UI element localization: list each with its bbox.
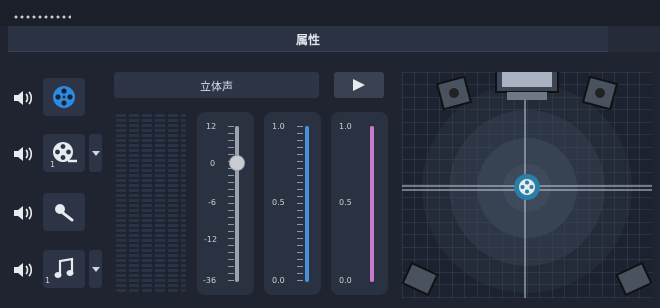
volume-tick: 0 xyxy=(210,159,216,168)
volume-knob[interactable] xyxy=(229,155,245,171)
speaker-icon[interactable] xyxy=(12,144,34,164)
audio-mode-label: 立体声 xyxy=(200,80,233,93)
channel-a-tick: 0.5 xyxy=(272,198,285,207)
audio-mode-select[interactable]: 立体声 xyxy=(114,72,319,98)
play-button[interactable] xyxy=(334,72,384,98)
channel-b-tick: 0.0 xyxy=(339,276,352,285)
speaker-icon[interactable] xyxy=(12,203,34,223)
track-row-overlay: 1 xyxy=(8,132,104,178)
channel-b-level xyxy=(370,126,374,282)
volume-tick: -36 xyxy=(203,276,217,285)
track-dropdown[interactable] xyxy=(89,250,102,288)
video-reel-icon xyxy=(53,86,75,108)
surround-grid xyxy=(402,72,652,298)
track-row-video xyxy=(8,76,104,122)
volume-slider-panel: 12 0 -6 -12 -36 xyxy=(197,112,254,295)
track-dropdown[interactable] xyxy=(89,134,102,172)
track-number: 1 xyxy=(50,160,56,169)
film-reel-icon xyxy=(53,142,77,163)
volume-scale xyxy=(228,126,234,282)
channel-b-tick: 0.5 xyxy=(339,198,352,207)
channel-b-tick: 1.0 xyxy=(339,122,352,131)
volume-track[interactable] xyxy=(235,126,239,282)
channel-a-tick: 1.0 xyxy=(272,122,285,131)
channel-a-tick: 0.0 xyxy=(272,276,285,285)
surround-panner[interactable] xyxy=(402,72,652,298)
channel-b-panel: 1.0 0.5 0.0 xyxy=(331,112,388,295)
track-number: 1 xyxy=(45,276,51,285)
channel-a-level xyxy=(305,126,309,282)
track-row-voice xyxy=(8,191,104,237)
track-button-video[interactable] xyxy=(43,78,85,116)
speaker-icon[interactable] xyxy=(12,88,34,108)
track-button-music[interactable]: 1 xyxy=(43,250,85,288)
volume-tick: -6 xyxy=(208,198,216,207)
music-note-icon xyxy=(54,257,74,278)
voice-mic-icon xyxy=(55,204,74,222)
track-button-overlay[interactable]: 1 xyxy=(43,134,85,172)
pan-position-handle[interactable] xyxy=(514,174,540,200)
title-bar-extension xyxy=(608,26,660,52)
speaker-front-right[interactable] xyxy=(581,75,619,111)
title-bar: 属性 xyxy=(8,26,608,52)
speaker-icon[interactable] xyxy=(12,260,34,280)
panel-title: 属性 xyxy=(295,33,320,47)
level-meter xyxy=(116,112,186,292)
channel-a-panel: 1.0 0.5 0.0 xyxy=(264,112,321,295)
track-button-voice[interactable] xyxy=(43,193,85,231)
volume-tick: 12 xyxy=(206,122,217,131)
drag-grip[interactable] xyxy=(13,15,71,19)
volume-tick: -12 xyxy=(204,235,218,244)
track-row-music: 1 xyxy=(8,248,104,294)
channel-a-scale xyxy=(297,126,303,282)
top-bar xyxy=(0,0,660,26)
